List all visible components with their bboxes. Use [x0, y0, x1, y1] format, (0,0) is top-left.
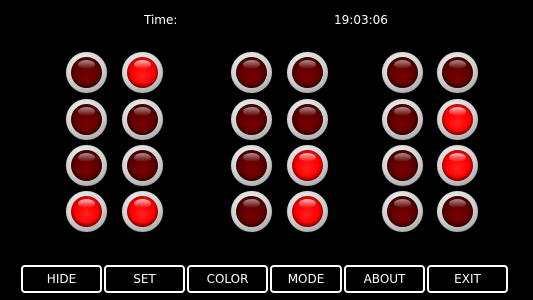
led-r1-c6: [437, 52, 478, 93]
led-r3-c6: [437, 145, 478, 186]
led-r4-c3: [231, 191, 272, 232]
led-r2-c4: [287, 99, 328, 140]
bottom-toolbar: HIDE SET COLOR MODE ABOUT EXIT: [0, 265, 533, 297]
hide-button[interactable]: HIDE: [21, 265, 102, 293]
led-r2-c3: [231, 99, 272, 140]
led-r2-c1: [66, 99, 107, 140]
color-button[interactable]: COLOR: [187, 265, 268, 293]
led-r3-c1: [66, 145, 107, 186]
led-r3-c4: [287, 145, 328, 186]
led-r2-c5: [382, 99, 423, 140]
mode-button[interactable]: MODE: [270, 265, 342, 293]
led-r3-c2: [122, 145, 163, 186]
set-button[interactable]: SET: [104, 265, 185, 293]
about-button[interactable]: ABOUT: [344, 265, 425, 293]
led-r1-c2: [122, 52, 163, 93]
led-r2-c6: [437, 99, 478, 140]
led-r1-c3: [231, 52, 272, 93]
led-r4-c5: [382, 191, 423, 232]
binary-clock-grid: [0, 0, 533, 260]
led-r4-c1: [66, 191, 107, 232]
led-r1-c1: [66, 52, 107, 93]
exit-button[interactable]: EXIT: [427, 265, 508, 293]
led-r4-c2: [122, 191, 163, 232]
led-r1-c5: [382, 52, 423, 93]
led-r4-c6: [437, 191, 478, 232]
led-r3-c3: [231, 145, 272, 186]
led-r2-c2: [122, 99, 163, 140]
led-r3-c5: [382, 145, 423, 186]
led-r4-c4: [287, 191, 328, 232]
led-r1-c4: [287, 52, 328, 93]
